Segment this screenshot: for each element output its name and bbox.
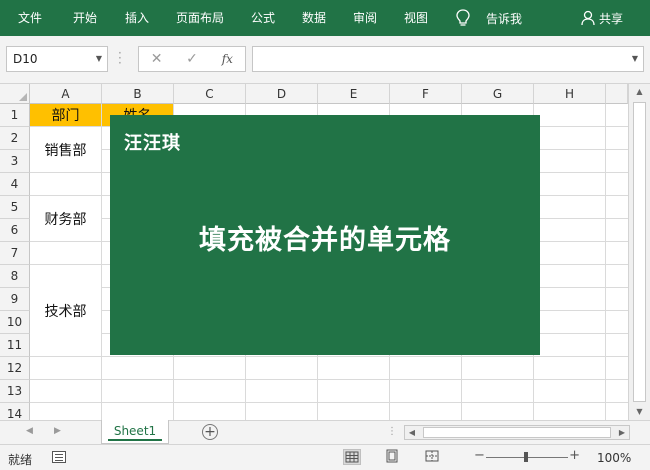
scroll-right-icon[interactable]: ▶ xyxy=(615,426,629,439)
add-sheet-button[interactable]: + xyxy=(202,424,218,440)
page-break-view-button[interactable] xyxy=(424,449,442,465)
row-header[interactable]: 4 xyxy=(0,173,30,196)
zoom-slider[interactable]: − + xyxy=(474,448,580,463)
merged-cell-a5-a6[interactable]: 财务部 xyxy=(30,196,102,242)
tab-home[interactable]: 开始 xyxy=(73,0,97,36)
worksheet-grid[interactable]: A B C D E F G H 1 2 3 4 5 6 7 8 9 10 11 … xyxy=(0,84,628,420)
merged-cell-a2-a3[interactable]: 销售部 xyxy=(30,127,102,173)
gridline xyxy=(30,379,628,380)
share-label: 共享 xyxy=(599,11,624,26)
zoom-knob[interactable] xyxy=(524,452,528,462)
chevron-down-icon[interactable]: ▼ xyxy=(96,54,102,63)
previous-sheet-icon[interactable]: ◀ xyxy=(26,426,33,436)
tab-data[interactable]: 数据 xyxy=(302,0,326,36)
merged-cell-a8-a11[interactable]: 技术部 xyxy=(30,265,102,357)
person-icon xyxy=(581,10,595,26)
gridline xyxy=(605,104,606,420)
row-header[interactable]: 3 xyxy=(0,150,30,173)
tab-formulas[interactable]: 公式 xyxy=(251,0,275,36)
row-header[interactable]: 6 xyxy=(0,219,30,242)
row-header[interactable]: 9 xyxy=(0,288,30,311)
macro-record-icon[interactable] xyxy=(52,451,66,463)
cancel-icon[interactable]: ✕ xyxy=(139,51,174,67)
vertical-scrollbar[interactable]: ▲ ▼ xyxy=(628,84,650,420)
page-layout-icon xyxy=(386,449,398,463)
tab-review[interactable]: 审阅 xyxy=(353,0,377,36)
row-header[interactable]: 1 xyxy=(0,104,30,127)
tab-splitter-icon[interactable]: ⋮ xyxy=(387,426,397,437)
tab-file[interactable]: 文件 xyxy=(18,0,42,36)
card-headline: 填充被合并的单元格 xyxy=(199,225,451,256)
column-header[interactable]: B xyxy=(102,84,174,104)
sheet-tabs-bar: ◀ ▶ Sheet1 + ⋮ ◀ ▶ xyxy=(0,420,650,444)
select-all-button[interactable] xyxy=(0,84,30,104)
column-header[interactable]: C xyxy=(174,84,246,104)
name-box[interactable]: D10 ▼ xyxy=(6,46,108,72)
status-ready: 就绪 xyxy=(8,453,33,467)
zoom-in-icon[interactable]: + xyxy=(569,448,580,463)
insert-function-button[interactable]: fx xyxy=(210,52,245,66)
author-brand: 汪汪琪 xyxy=(124,133,181,154)
formula-bar: D10 ▼ · · · ✕ ✓ fx ▼ xyxy=(0,36,650,84)
scroll-up-icon[interactable]: ▲ xyxy=(629,84,650,100)
column-header[interactable]: D xyxy=(246,84,318,104)
scroll-down-icon[interactable]: ▼ xyxy=(629,404,650,420)
column-header[interactable]: E xyxy=(318,84,390,104)
zoom-level[interactable]: 100% xyxy=(597,451,631,465)
cell-a1[interactable]: 部门 xyxy=(30,104,101,126)
page-break-icon xyxy=(425,450,439,462)
name-box-value: D10 xyxy=(13,52,38,66)
row-header[interactable]: 5 xyxy=(0,196,30,219)
lightbulb-icon xyxy=(456,9,470,26)
row-header[interactable]: 2 xyxy=(0,127,30,150)
grid-view-icon xyxy=(345,451,359,463)
status-bar: 就绪 − + 100% xyxy=(0,444,650,470)
formula-input[interactable]: ▼ xyxy=(252,46,644,72)
row-header[interactable]: 7 xyxy=(0,242,30,265)
share-button[interactable]: 共享 xyxy=(581,0,623,36)
drag-handle-icon[interactable]: · · · xyxy=(118,47,122,69)
row-header[interactable]: 14 xyxy=(0,403,30,420)
row-header[interactable]: 13 xyxy=(0,380,30,403)
row-header[interactable]: 8 xyxy=(0,265,30,288)
row-header[interactable]: 12 xyxy=(0,357,30,380)
tab-insert[interactable]: 插入 xyxy=(125,0,149,36)
row-header[interactable]: 10 xyxy=(0,311,30,334)
normal-view-button[interactable] xyxy=(343,449,361,465)
column-header[interactable]: G xyxy=(462,84,534,104)
sheet-tab[interactable]: Sheet1 xyxy=(101,420,169,444)
scrollbar-thumb[interactable] xyxy=(633,102,646,402)
tell-me-box[interactable]: 告诉我 xyxy=(456,0,522,36)
tab-view[interactable]: 视图 xyxy=(404,0,428,36)
ribbon: 文件 开始 插入 页面布局 公式 数据 审阅 视图 告诉我 共享 xyxy=(0,0,650,36)
column-header[interactable]: A xyxy=(30,84,102,104)
next-sheet-icon[interactable]: ▶ xyxy=(54,426,61,436)
column-header[interactable]: H xyxy=(534,84,606,104)
column-header[interactable] xyxy=(606,84,628,104)
row-header[interactable]: 11 xyxy=(0,334,30,357)
chevron-down-icon[interactable]: ▼ xyxy=(632,54,638,63)
enter-icon[interactable]: ✓ xyxy=(174,51,209,67)
zoom-out-icon[interactable]: − xyxy=(474,448,485,463)
tab-page-layout[interactable]: 页面布局 xyxy=(176,0,224,36)
title-card: 汪汪琪 填充被合并的单元格 xyxy=(110,115,540,355)
column-header[interactable]: F xyxy=(390,84,462,104)
scrollbar-thumb[interactable] xyxy=(423,427,611,438)
gridline xyxy=(30,402,628,403)
horizontal-scrollbar[interactable]: ◀ ▶ xyxy=(404,425,630,440)
formula-buttons: ✕ ✓ fx xyxy=(138,46,246,72)
scroll-left-icon[interactable]: ◀ xyxy=(405,426,419,439)
page-layout-view-button[interactable] xyxy=(384,449,402,465)
gridline xyxy=(30,356,628,357)
tell-me-label: 告诉我 xyxy=(486,11,523,26)
